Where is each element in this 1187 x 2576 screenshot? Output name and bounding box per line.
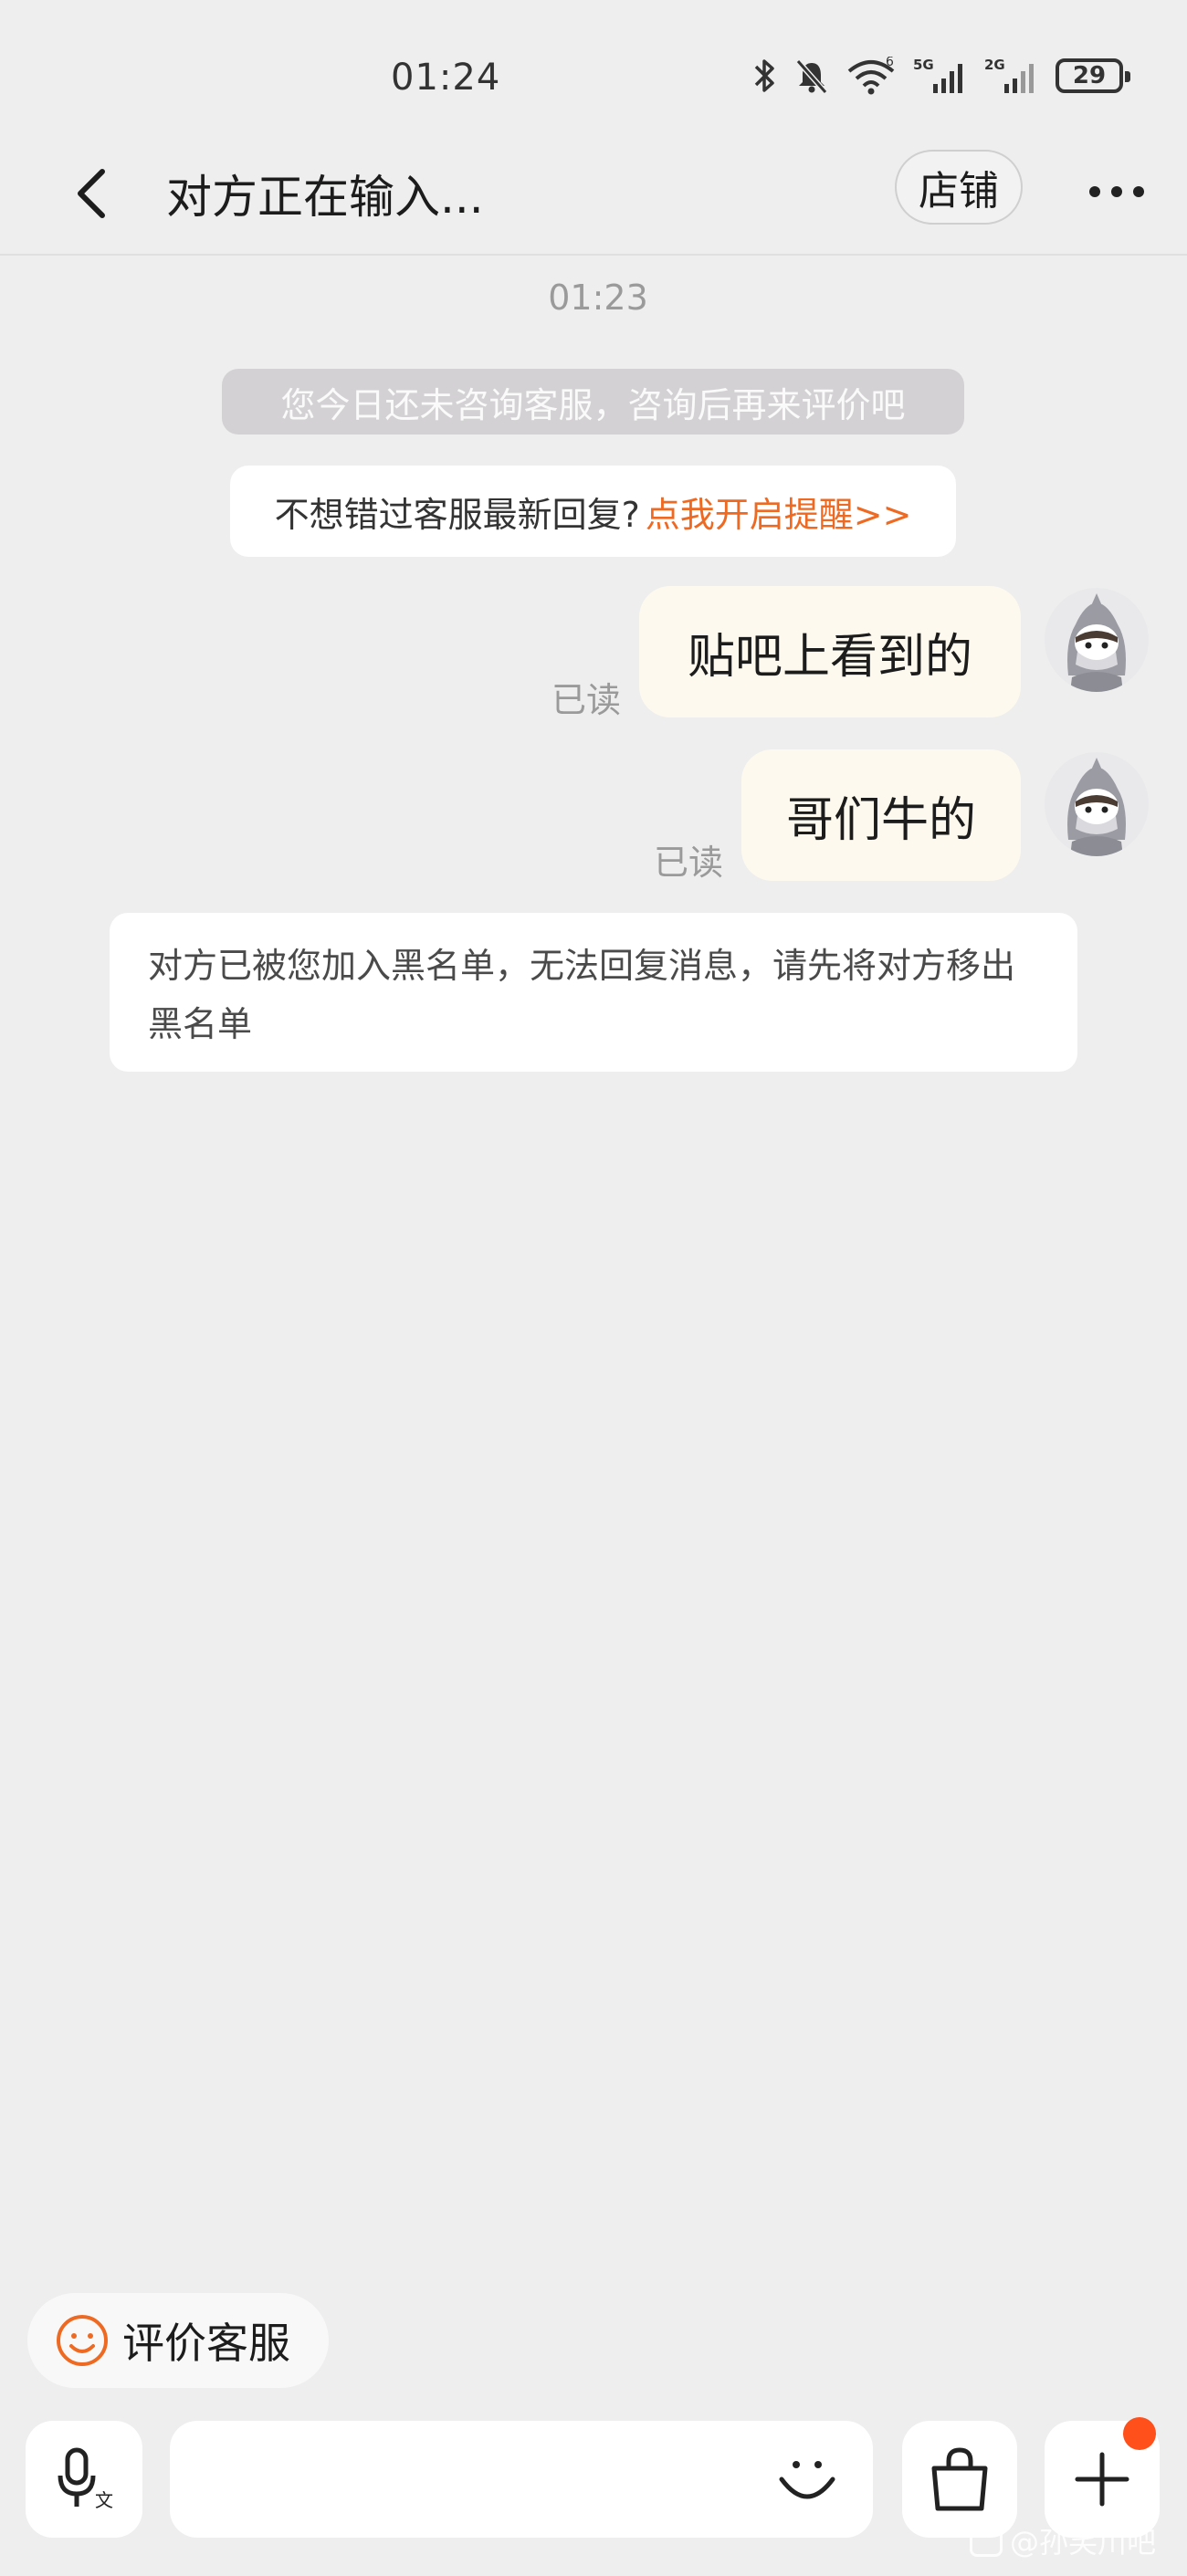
notification-dot (1123, 2417, 1156, 2450)
back-button[interactable] (55, 157, 128, 230)
more-dot-icon (1089, 186, 1100, 197)
battery-icon: 29 (1056, 58, 1130, 93)
message-timestamp: 01:23 (548, 277, 648, 318)
chat-screen: 01:24 6 5G 2G 29 对方正在输入... 店铺 01:23 您今日还… (0, 0, 1187, 2576)
more-dot-icon (1111, 186, 1122, 197)
signal-5g-label: 5G (913, 57, 934, 73)
page-title: 对方正在输入... (166, 171, 484, 224)
microphone-translate-icon: 文 (58, 2447, 113, 2511)
notification-tip-text: 不想错过客服最新回复? (274, 494, 640, 535)
smile-icon (57, 2315, 108, 2366)
voice-input-button[interactable]: 文 (26, 2421, 142, 2538)
wifi-icon: 6 (847, 57, 895, 95)
rate-service-button[interactable]: 评价客服 (27, 2293, 329, 2388)
rating-tip: 您今日还未咨询客服，咨询后再来评价吧 (222, 369, 964, 435)
wifi-label: 6 (886, 57, 894, 69)
status-time: 01:24 (391, 57, 501, 99)
rate-service-label: 评价客服 (122, 2319, 290, 2368)
shop-button[interactable]: 店铺 (895, 150, 1023, 225)
message-bubble[interactable]: 贴吧上看到的 (639, 586, 1021, 717)
message-bubble[interactable]: 哥们牛的 (741, 749, 1021, 881)
more-dot-icon (1133, 186, 1144, 197)
read-status: 已读 (551, 680, 622, 720)
ninja-avatar-icon (1067, 593, 1126, 692)
notification-tip: 不想错过客服最新回复? 点我开启提醒>> (230, 466, 956, 557)
emoji-icon (779, 2461, 835, 2499)
translate-label: 文 (95, 2489, 113, 2511)
blacklist-notice: 对方已被您加入黑名单，无法回复消息，请先将对方移出黑名单 (110, 913, 1077, 1072)
signal-2g-label: 2G (984, 57, 1005, 73)
status-icons: 6 5G 2G 29 (752, 57, 1130, 95)
signal-5g-icon: 5G (913, 57, 962, 93)
chat-header: 对方正在输入... 店铺 (0, 137, 1187, 256)
watermark-text: @孙笑川吧 (1010, 2525, 1157, 2560)
watermark: @孙笑川吧 (970, 2519, 1156, 2561)
signal-2g-icon: 2G (984, 57, 1034, 93)
more-options-button[interactable] (1077, 164, 1156, 219)
ninja-avatar-icon (1067, 758, 1126, 856)
read-status: 已读 (654, 843, 724, 883)
bluetooth-icon (754, 59, 774, 92)
mute-bell-icon (795, 59, 828, 94)
enable-reminder-link[interactable]: 点我开启提醒>> (646, 487, 912, 537)
emoji-button[interactable] (774, 2446, 840, 2512)
chevron-left-icon (78, 169, 105, 218)
plus-icon (1075, 2452, 1129, 2507)
avatar[interactable] (1045, 588, 1149, 692)
avatar[interactable] (1045, 752, 1149, 856)
status-bar: 01:24 6 5G 2G 29 (0, 0, 1187, 137)
watermark-logo-icon (970, 2524, 1003, 2557)
shopping-bag-icon (931, 2447, 988, 2511)
battery-level: 29 (1072, 62, 1107, 89)
message-input[interactable] (170, 2421, 873, 2538)
